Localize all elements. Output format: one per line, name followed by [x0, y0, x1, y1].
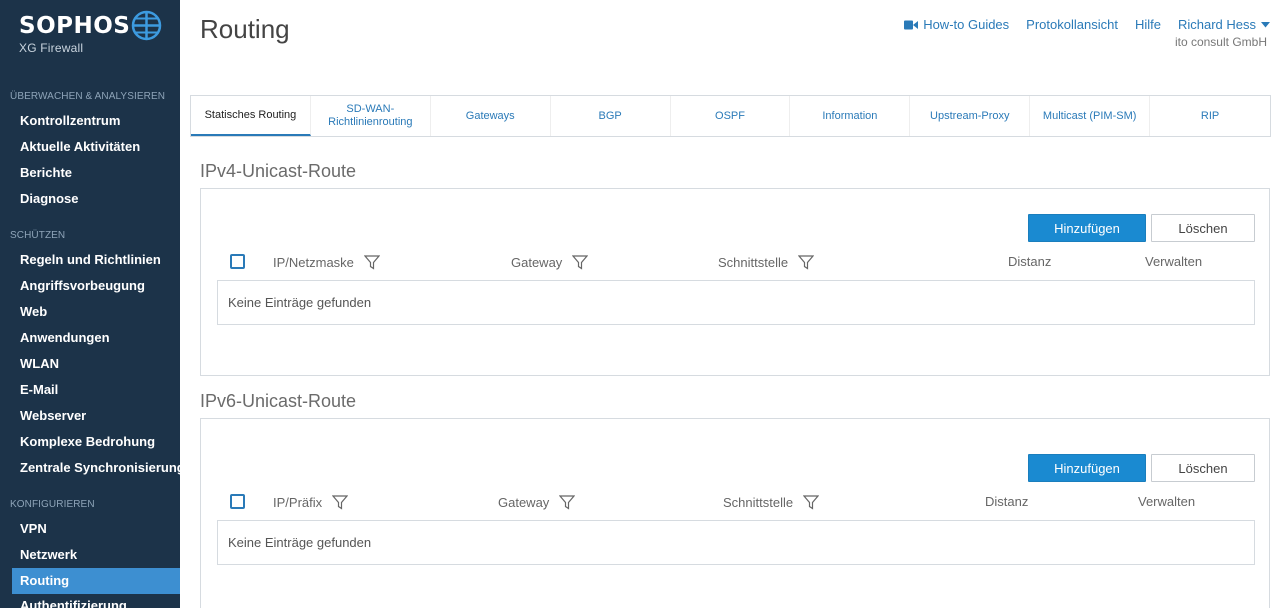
ipv6-col-gateway[interactable]: Gateway — [498, 494, 576, 510]
log-viewer-link[interactable]: Protokollansicht — [1026, 17, 1118, 32]
howto-label: How-to Guides — [923, 17, 1010, 32]
ipv4-col-distance: Distanz — [1008, 254, 1052, 269]
video-camera-icon — [904, 20, 919, 29]
nav-item-anwendungen[interactable]: Anwendungen — [20, 330, 110, 345]
nav-item-komplexe-bedrohung[interactable]: Komplexe Bedrohung — [20, 434, 155, 449]
ipv4-col-ip-label: IP/Netzmaske — [273, 254, 354, 270]
filter-icon[interactable] — [572, 254, 589, 270]
ipv6-empty-message: Keine Einträge gefunden — [217, 520, 1255, 565]
ipv6-panel: Hinzufügen Löschen IP/Präfix Gateway Sch… — [200, 418, 1270, 608]
user-name: Richard Hess — [1177, 17, 1256, 32]
ipv4-col-gateway-label: Gateway — [511, 254, 563, 270]
nav-section-monitor: ÜBERWACHEN & ANALYSIEREN — [10, 91, 166, 102]
nav-item-berichte[interactable]: Berichte — [20, 165, 72, 180]
nav-item-email[interactable]: E-Mail — [20, 382, 58, 397]
tab-rip[interactable]: RIP — [1150, 96, 1270, 136]
nav-item-aktuelle-aktivitaeten[interactable]: Aktuelle Aktivitäten — [20, 139, 140, 154]
nav-item-web[interactable]: Web — [20, 304, 47, 319]
ipv6-select-all-checkbox[interactable] — [230, 494, 245, 509]
filter-icon[interactable] — [798, 254, 815, 270]
page-title: Routing — [200, 14, 290, 44]
routing-tabs: Statisches Routing SD-WAN- Richtlinienro… — [190, 95, 1271, 137]
nav-item-webserver[interactable]: Webserver — [20, 408, 86, 423]
user-menu[interactable]: Richard Hess — [1178, 17, 1270, 32]
nav-item-netzwerk[interactable]: Netzwerk — [20, 547, 77, 562]
ipv4-col-manage: Verwalten — [1145, 254, 1203, 269]
nav-item-diagnose[interactable]: Diagnose — [20, 191, 79, 206]
top-links: How-to Guides Protokollansicht Hilfe Ric… — [904, 17, 1270, 32]
filter-icon[interactable] — [559, 494, 576, 510]
nav-item-zentrale-sync[interactable]: Zentrale Synchronisierung — [20, 460, 180, 475]
ipv4-panel: Hinzufügen Löschen IP/Netzmaske Gateway … — [200, 188, 1270, 376]
company-name: ito consult GmbH — [1174, 35, 1267, 49]
ipv4-col-ip[interactable]: IP/Netzmaske — [273, 254, 380, 270]
tab-upstream-proxy[interactable]: Upstream-Proxy — [910, 96, 1031, 136]
ipv4-select-all-checkbox[interactable] — [230, 254, 245, 269]
ipv4-empty-message: Keine Einträge gefunden — [217, 280, 1255, 325]
filter-icon[interactable] — [363, 254, 380, 270]
ipv6-col-distance: Distanz — [985, 494, 1029, 509]
nav-item-wlan[interactable]: WLAN — [20, 356, 59, 371]
ipv6-section-title: IPv6-Unicast-Route — [200, 391, 357, 411]
tab-sdwan[interactable]: SD-WAN- Richtlinienrouting — [311, 96, 431, 136]
ipv6-delete-button[interactable]: Löschen — [1151, 454, 1255, 482]
ipv6-col-ip[interactable]: IP/Präfix — [273, 494, 349, 510]
nav-item-kontrollzentrum[interactable]: Kontrollzentrum — [20, 113, 120, 128]
caret-down-icon — [1261, 21, 1270, 27]
tab-information[interactable]: Information — [790, 96, 911, 136]
ipv6-add-button[interactable]: Hinzufügen — [1028, 454, 1146, 482]
tab-multicast[interactable]: Multicast (PIM-SM) — [1030, 96, 1151, 136]
ipv4-col-interface-label: Schnittstelle — [718, 254, 789, 270]
ipv4-delete-button[interactable]: Löschen — [1151, 214, 1255, 242]
nav-item-routing[interactable]: Routing — [12, 568, 180, 594]
help-link[interactable]: Hilfe — [1135, 17, 1161, 32]
ipv6-col-manage: Verwalten — [1138, 494, 1196, 509]
ipv6-col-interface-label: Schnittstelle — [723, 494, 794, 510]
brand-name: SOPHOS — [19, 13, 131, 39]
ipv6-col-ip-label: IP/Präfix — [273, 494, 323, 510]
product-name: XG Firewall — [19, 41, 84, 55]
nav-item-authentifizierung[interactable]: Authentifizierung — [20, 598, 127, 608]
nav-section-configure: KONFIGURIEREN — [10, 499, 95, 510]
ipv4-add-button[interactable]: Hinzufügen — [1028, 214, 1146, 242]
filter-icon[interactable] — [803, 494, 820, 510]
howto-link[interactable]: How-to Guides — [904, 17, 1009, 32]
ipv4-col-interface[interactable]: Schnittstelle — [718, 254, 815, 270]
ipv6-col-gateway-label: Gateway — [498, 494, 550, 510]
tab-bgp[interactable]: BGP — [551, 96, 671, 136]
tab-ospf[interactable]: OSPF — [671, 96, 791, 136]
ipv6-col-interface[interactable]: Schnittstelle — [723, 494, 820, 510]
nav-item-regeln[interactable]: Regeln und Richtlinien — [20, 252, 161, 267]
nav-item-vpn[interactable]: VPN — [20, 521, 47, 536]
nav-item-angriffsvorbeugung[interactable]: Angriffsvorbeugung — [20, 278, 145, 293]
sidebar: SOPHOS XG Firewall ÜBERWACHEN & ANALYSIE… — [0, 0, 180, 608]
ipv4-col-gateway[interactable]: Gateway — [511, 254, 589, 270]
globe-icon — [131, 10, 162, 41]
tab-statisches-routing[interactable]: Statisches Routing — [191, 96, 311, 136]
filter-icon[interactable] — [332, 494, 349, 510]
ipv4-section-title: IPv4-Unicast-Route — [200, 161, 357, 181]
nav-section-protect: SCHÜTZEN — [10, 230, 66, 241]
sophos-logo[interactable]: SOPHOS XG Firewall — [19, 12, 130, 55]
tab-gateways[interactable]: Gateways — [431, 96, 551, 136]
